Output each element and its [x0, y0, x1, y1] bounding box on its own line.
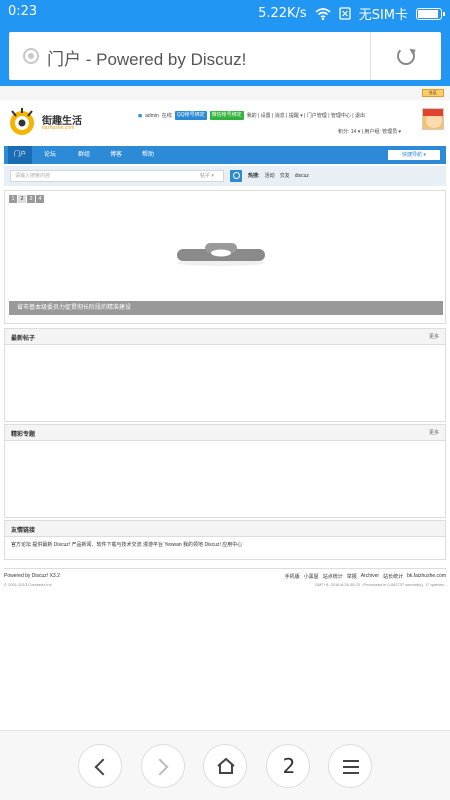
site-icon [23, 48, 39, 64]
slider-tab[interactable]: 1 [9, 195, 17, 203]
nav-item-forum[interactable]: 论坛 [44, 146, 56, 164]
address-divider [370, 32, 371, 80]
footer-link[interactable]: bk.faizhushe.com [407, 573, 446, 580]
avatar[interactable] [422, 108, 444, 130]
footer-link[interactable]: 手机版 [285, 573, 300, 580]
panel-title: 友情链接 [11, 528, 36, 534]
panel-title: 最新帖子 [11, 336, 36, 342]
forward-arrow-icon [151, 758, 169, 776]
footer-link[interactable]: 站长统计 [383, 573, 403, 580]
back-button[interactable] [78, 744, 122, 788]
slider-tab[interactable]: 2 [18, 195, 26, 203]
user-status: 在线 [161, 113, 172, 119]
friend-links[interactable]: 官方论坛 提供最新 Discuz! 产品新闻、软件下载与技术交流 漫游平台 Ye… [5, 537, 445, 552]
home-button[interactable] [203, 744, 247, 788]
wifi-icon [315, 7, 331, 20]
powered-by[interactable]: Powered by Discuz! X3.2 [4, 573, 60, 579]
hot-term[interactable]: 交友 [280, 170, 290, 182]
friend-links-panel: 友情链接 官方论坛 提供最新 Discuz! 产品新闻、软件下载与技术交流 漫游… [4, 520, 446, 560]
main-nav: 门户 论坛 群组 博客 帮助 快捷导航 ▾ [4, 146, 446, 164]
featured-panel: 精彩专题 更多 [4, 424, 446, 518]
hot-search: 热搜: 活动 交友 discuz [248, 170, 309, 182]
nav-item-portal[interactable]: 门户 [8, 146, 33, 164]
user-stats[interactable]: 积分: 14 ▾ | 用户组: 管理员 ▾ [338, 128, 401, 135]
top-strip: 社区 [0, 86, 450, 100]
more-link[interactable]: 更多 [429, 429, 439, 436]
logo-subtitle: faizhushe.com [42, 125, 75, 131]
footer-link[interactable]: 举报 [347, 573, 357, 580]
status-bar: 0:23 5.22K/s 无SIM卡 [0, 0, 450, 26]
top-button[interactable]: 社区 [422, 89, 444, 97]
nav-item-groups[interactable]: 群组 [78, 146, 90, 164]
image-slider[interactable]: 1 2 3 4 省市基本级委员力促贯彻长阶段的精准建设 [4, 190, 446, 324]
latest-posts-panel: 最新帖子 更多 [4, 328, 446, 422]
hot-term[interactable]: discuz [295, 170, 309, 182]
loading-icon [177, 243, 265, 266]
hot-label: 热搜: [248, 173, 260, 179]
back-arrow-icon [94, 758, 112, 776]
footer-link[interactable]: 站点统计 [323, 573, 343, 580]
no-sim-icon [339, 7, 351, 20]
tab-count: 2 [282, 754, 296, 778]
qq-bind-button[interactable]: QQ帐号绑定 [174, 111, 207, 120]
hot-term[interactable]: 活动 [265, 170, 275, 182]
reload-icon[interactable] [397, 47, 415, 65]
footer-links: 手机版 小黑屋 站点统计 举报 Archiver 站长统计 bk.faizhus… [285, 573, 446, 580]
user-links[interactable]: 我的 | 设置 | 消息 | 提醒 ▾ | 门户管理 | 管理中心 | 退出 [247, 112, 365, 119]
nav-item-blog[interactable]: 博客 [110, 146, 122, 164]
home-icon [217, 757, 235, 774]
site-footer: Powered by Discuz! X3.2 © 2001-2013 Coms… [4, 568, 446, 592]
search-button[interactable] [230, 170, 242, 182]
status-time: 0:23 [8, 4, 38, 19]
battery-icon [416, 7, 445, 20]
user-bar: ◼ admin 在线 QQ帐号绑定 微信帐号绑定 我的 | 设置 | 消息 | … [138, 111, 365, 120]
net-speed: 5.22K/s [258, 6, 307, 21]
carrier-label: 无SIM卡 [358, 8, 408, 23]
quick-nav-button[interactable]: 快捷导航 ▾ [388, 150, 440, 160]
copyright: © 2001-2013 Comsenz Inc. [4, 582, 53, 587]
browser-bottom-bar: 2 [0, 730, 450, 800]
menu-icon [343, 760, 359, 762]
logo-icon[interactable] [6, 106, 38, 138]
search-row: 请输入搜索内容 帖子 ▾ 热搜: 活动 交友 discuz [4, 166, 446, 186]
site-header: 街趣生活 faizhushe.com ◼ admin 在线 QQ帐号绑定 微信帐… [4, 106, 446, 144]
browser-toolbar: 门户 - Powered by Discuz! [0, 26, 450, 86]
menu-button[interactable] [328, 744, 372, 788]
wechat-bind-button[interactable]: 微信帐号绑定 [209, 111, 244, 120]
forward-button[interactable] [141, 744, 185, 788]
user-icon: ◼ [138, 112, 143, 119]
slider-tab[interactable]: 4 [36, 195, 44, 203]
slider-caption[interactable]: 省市基本级委员力促贯彻长阶段的精准建设 [9, 301, 443, 315]
slider-tab[interactable]: 3 [27, 195, 35, 203]
address-bar[interactable]: 门户 - Powered by Discuz! [9, 32, 441, 80]
more-link[interactable]: 更多 [429, 333, 439, 340]
footer-link[interactable]: Archiver [361, 573, 379, 580]
page-title[interactable]: 门户 - Powered by Discuz! [47, 45, 246, 70]
web-page: 社区 街趣生活 faizhushe.com ◼ admin 在线 QQ帐号绑定 … [0, 86, 450, 730]
slider-tabs: 1 2 3 4 [9, 195, 44, 203]
panel-title: 精彩专题 [11, 432, 36, 438]
search-type-select[interactable]: 帖子 ▾ [200, 170, 214, 182]
user-name[interactable]: admin [145, 113, 159, 119]
tabs-button[interactable]: 2 [266, 744, 310, 788]
processing-info: GMT+8, 2016-8-26 00:23 , Processed in 0.… [314, 582, 446, 587]
search-input[interactable]: 请输入搜索内容 [10, 170, 224, 182]
footer-link[interactable]: 小黑屋 [304, 573, 319, 580]
nav-item-help[interactable]: 帮助 [142, 146, 154, 164]
